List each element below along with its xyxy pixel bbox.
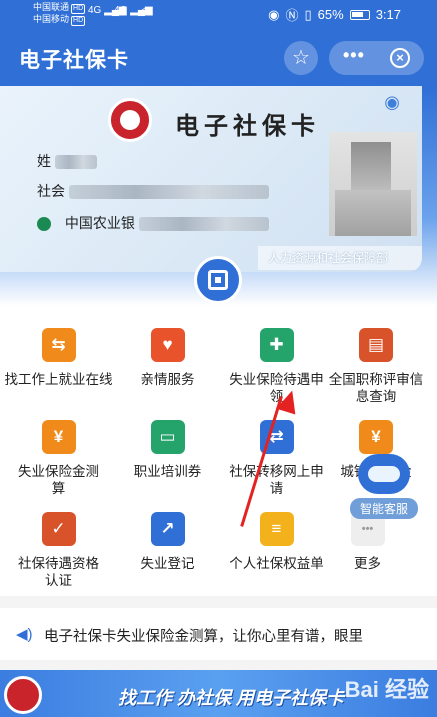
document-icon: ≡ xyxy=(259,512,294,546)
title-bar: 电子社保卡 ☆ ••• × xyxy=(0,28,437,86)
promo-banner[interactable]: 找工作 办社保 用电子社保卡 Bai 经验 xyxy=(0,670,437,717)
service-label: 职业培训券 xyxy=(133,464,202,479)
star-icon: ☆ xyxy=(292,47,310,69)
certificate-icon: ▤ xyxy=(359,328,393,362)
service-item[interactable]: ♥ 亲情服务 xyxy=(113,328,222,388)
favorite-button[interactable]: ☆ xyxy=(284,41,318,75)
social-security-card[interactable]: 电子社保卡 ◉ 姓 社会 中国农业银 人力资源和社会保障部 xyxy=(0,86,422,272)
clock: 3:17 xyxy=(375,7,401,22)
vibrate-icon: ▯ xyxy=(304,6,312,22)
bank-logo-icon xyxy=(37,217,51,232)
service-item[interactable]: ↗ 失业登记 xyxy=(113,512,222,572)
name-redacted xyxy=(54,155,97,170)
service-label: 失业登记 xyxy=(140,556,195,571)
id-number-redacted xyxy=(68,185,269,200)
robot-icon xyxy=(358,454,410,494)
service-item[interactable]: ▭ 职业培训券 xyxy=(113,420,222,480)
service-item[interactable]: ▤ 全国职称评审信息查询 xyxy=(318,328,434,405)
battery-icon xyxy=(349,9,370,20)
service-item[interactable]: ••• 更多 xyxy=(313,512,422,572)
id-number-field: 社会 xyxy=(37,181,269,201)
carrier-info: 中国联通 HD 中国移动 HD xyxy=(33,2,86,26)
bank-number-redacted xyxy=(138,217,269,232)
service-label: 全国职称评审信息查询 xyxy=(328,372,424,404)
heart-plus-icon: ♥ xyxy=(150,328,185,362)
mini-program-capsule: ••• × xyxy=(329,41,424,75)
service-label: 社保转移网上申请 xyxy=(229,464,324,496)
qr-code-icon xyxy=(208,270,228,290)
social-security-logo-icon xyxy=(4,676,42,714)
hd-badge: HD xyxy=(71,4,86,14)
service-label: 失业保险金测算 xyxy=(18,464,99,496)
notice-bar[interactable]: ◀) 电子社保卡失业保险金测算，让你心里有谱，眼里 xyxy=(0,608,437,660)
person-cert-icon: ✚ xyxy=(259,328,294,362)
carrier-1: 中国联通 xyxy=(33,2,70,12)
handshake-icon: ⇆ xyxy=(41,328,76,362)
service-label: 更多 xyxy=(354,556,381,571)
ticket-icon: ▭ xyxy=(150,420,185,454)
social-security-logo-icon xyxy=(108,98,152,142)
qr-code-button[interactable] xyxy=(194,256,242,304)
person-calc-icon: ¥ xyxy=(41,420,76,454)
issuer-text: 人力资源和社会保障部 xyxy=(268,251,389,265)
service-item[interactable]: ¥ 失业保险金测算 xyxy=(4,420,113,497)
service-item[interactable]: ⇄ 社保转移网上申请 xyxy=(222,420,331,497)
baidu-watermark: Bai 经验 xyxy=(344,677,429,702)
card-title: 电子社保卡 xyxy=(175,111,320,140)
eye-icon: ◉ xyxy=(268,6,280,22)
speaker-icon: ◀) xyxy=(16,626,33,643)
name-field: 姓 xyxy=(37,151,97,171)
bank-field: 中国农业银 xyxy=(37,213,269,233)
show-info-eye-icon[interactable]: ◉ xyxy=(384,92,400,113)
id-number-label: 社会 xyxy=(37,183,65,199)
service-label: 社保待遇资格认证 xyxy=(18,556,99,588)
holder-photo xyxy=(329,132,417,236)
page-title: 电子社保卡 xyxy=(19,49,129,72)
notice-text: 电子社保卡失业保险金测算，让你心里有谱，眼里 xyxy=(44,629,363,645)
more-menu-button[interactable]: ••• xyxy=(343,45,365,66)
service-label: 亲情服务 xyxy=(140,372,195,387)
status-bar: 中国联通 HD 中国移动 HD 4G ▂▄▆ 4G ▂▄▆ ◠ ◉ Ⓝ ▯ 65% … xyxy=(0,0,437,28)
close-button[interactable]: × xyxy=(390,48,410,68)
nfc-icon: Ⓝ xyxy=(285,8,299,23)
service-item[interactable]: ✚ 失业保险待遇申领 xyxy=(222,328,331,405)
banner-text: 找工作 办社保 用电子社保卡 xyxy=(118,688,345,708)
services-grid: ⇆ 找工作上就业在线 ♥ 亲情服务 ✚ 失业保险待遇申领 ▤ 全国职称评审信息查… xyxy=(0,306,437,596)
hd-badge: HD xyxy=(71,16,86,26)
wifi-icon: ◠ xyxy=(140,5,151,19)
id-verify-icon: ✓ xyxy=(41,512,76,546)
smart-assistant-button[interactable]: 智能客服 xyxy=(350,454,418,519)
service-label: 失业保险待遇申领 xyxy=(229,372,324,404)
carrier-2: 中国移动 xyxy=(33,14,70,24)
battery-percent: 65% xyxy=(317,7,344,22)
status-right: ◉ Ⓝ ▯ 65% 3:17 xyxy=(268,5,401,24)
service-label: 找工作上就业在线 xyxy=(4,372,113,387)
person-coin-icon: ¥ xyxy=(359,420,393,454)
service-item[interactable]: ✓ 社保待遇资格认证 xyxy=(4,512,113,589)
name-label: 姓 xyxy=(37,153,51,169)
assistant-label: 智能客服 xyxy=(350,498,418,519)
service-item[interactable]: ⇆ 找工作上就业在线 xyxy=(4,328,113,388)
bank-label: 中国农业银 xyxy=(64,215,135,231)
person-register-icon: ↗ xyxy=(150,512,185,546)
